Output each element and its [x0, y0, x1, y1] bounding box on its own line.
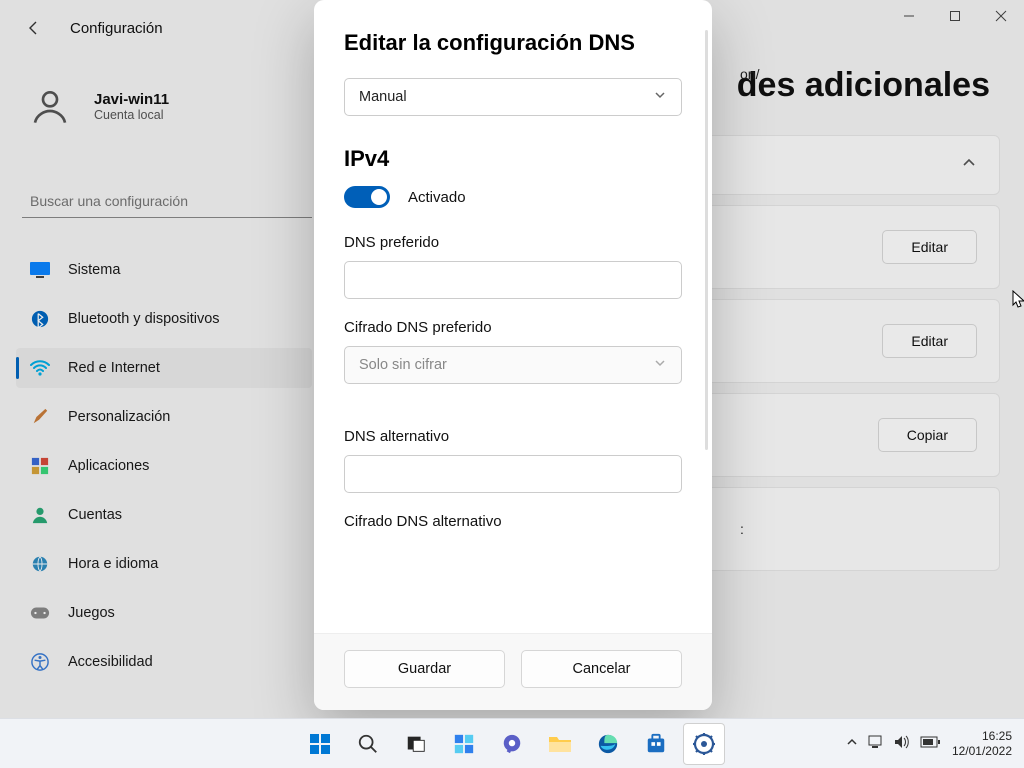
- settings-app-icon[interactable]: [683, 723, 725, 765]
- widgets-icon[interactable]: [443, 723, 485, 765]
- preferred-dns-label: DNS preferido: [344, 234, 682, 251]
- dns-settings-dialog: Editar la configuración DNS Manual IPv4 …: [314, 0, 712, 710]
- toggle-label: Activado: [408, 189, 466, 206]
- tray-chevron-up-icon[interactable]: [846, 736, 858, 751]
- start-button[interactable]: [299, 723, 341, 765]
- cursor-icon: [1012, 290, 1024, 310]
- scrollbar[interactable]: [705, 30, 708, 450]
- store-icon[interactable]: [635, 723, 677, 765]
- taskbar-search-icon[interactable]: [347, 723, 389, 765]
- select-value: Solo sin cifrar: [359, 357, 447, 373]
- preferred-dns-input[interactable]: [344, 261, 682, 299]
- chevron-down-icon: [653, 88, 667, 106]
- preferred-enc-label: Cifrado DNS preferido: [344, 319, 682, 336]
- network-icon[interactable]: [868, 735, 884, 752]
- ipv4-heading: IPv4: [344, 146, 682, 172]
- system-tray[interactable]: 16:25 12/01/2022: [846, 729, 1012, 759]
- task-view-icon[interactable]: [395, 723, 437, 765]
- alt-dns-label: DNS alternativo: [344, 428, 682, 445]
- select-value: Manual: [359, 89, 407, 105]
- battery-icon[interactable]: [920, 736, 940, 751]
- chevron-down-icon: [653, 356, 667, 374]
- dialog-title: Editar la configuración DNS: [344, 30, 682, 56]
- file-explorer-icon[interactable]: [539, 723, 581, 765]
- cancel-button[interactable]: Cancelar: [521, 650, 682, 688]
- clock-date: 12/01/2022: [952, 744, 1012, 759]
- dns-mode-select[interactable]: Manual: [344, 78, 682, 116]
- volume-icon[interactable]: [894, 735, 910, 752]
- ipv4-toggle[interactable]: [344, 186, 390, 208]
- preferred-enc-select[interactable]: Solo sin cifrar: [344, 346, 682, 384]
- taskbar: 16:25 12/01/2022: [0, 718, 1024, 768]
- clock-time: 16:25: [952, 729, 1012, 744]
- taskbar-clock[interactable]: 16:25 12/01/2022: [952, 729, 1012, 759]
- alt-dns-input[interactable]: [344, 455, 682, 493]
- alt-enc-label: Cifrado DNS alternativo: [344, 513, 682, 530]
- edge-icon[interactable]: [587, 723, 629, 765]
- save-button[interactable]: Guardar: [344, 650, 505, 688]
- chat-icon[interactable]: [491, 723, 533, 765]
